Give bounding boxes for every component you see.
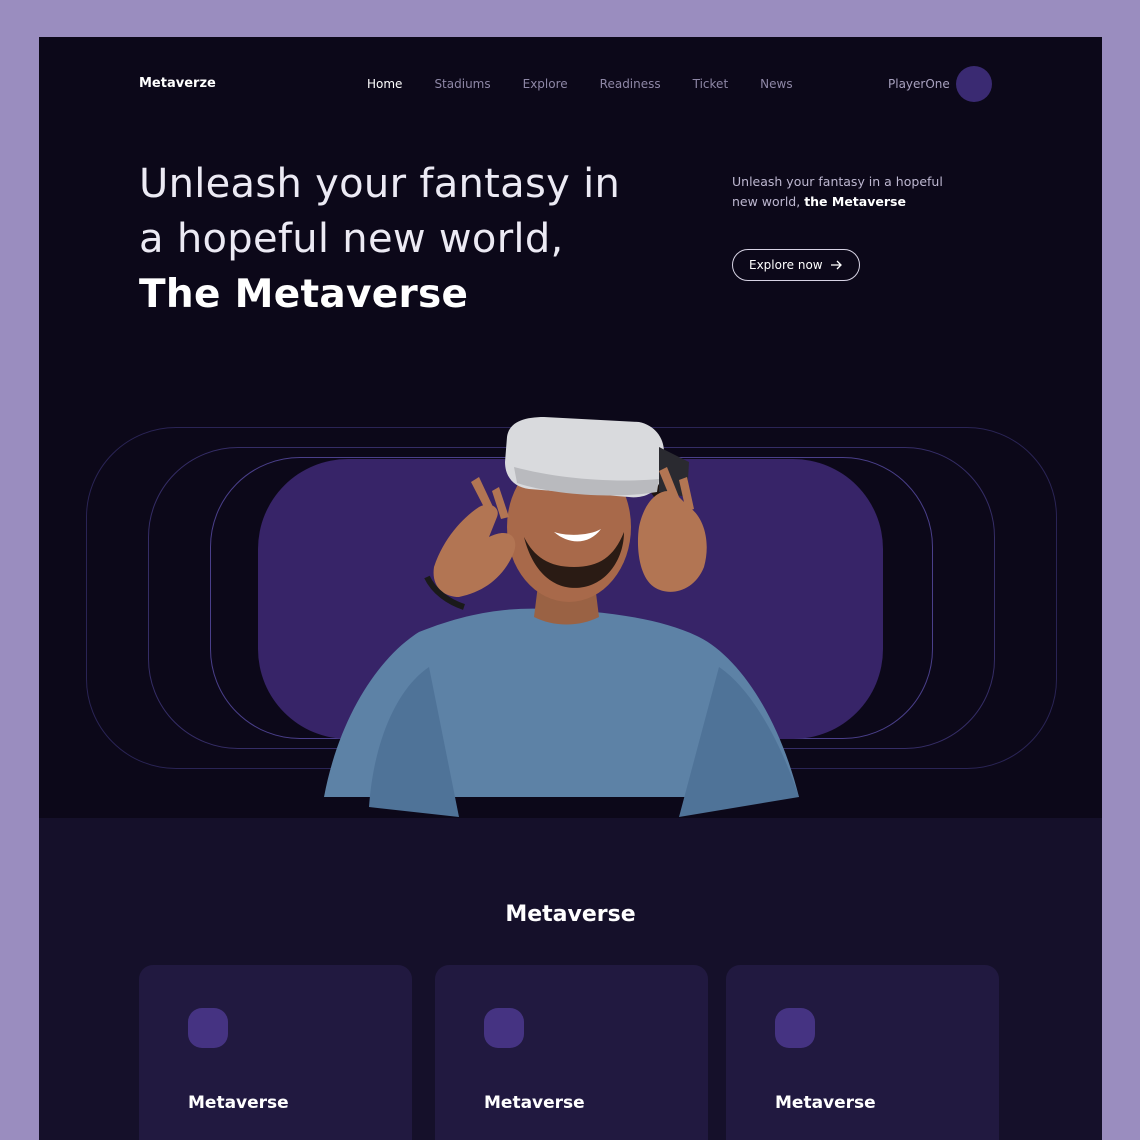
feature-card[interactable]: Metaverse <box>435 965 708 1140</box>
vr-person-illustration <box>324 417 799 817</box>
arrow-right-icon <box>830 260 842 270</box>
nav-menu: Home Stadiums Explore Readiness Ticket N… <box>367 77 825 91</box>
page-frame: Metaverze Home Stadiums Explore Readines… <box>39 37 1102 1140</box>
feature-icon <box>484 1008 524 1048</box>
logo[interactable]: Metaverze <box>139 76 216 91</box>
top-nav: Metaverze Home Stadiums Explore Readines… <box>39 37 1102 132</box>
hero-title-line2: a hopeful new world, <box>139 216 564 262</box>
hero-subtitle-bold: the Metaverse <box>804 194 906 209</box>
explore-now-button[interactable]: Explore now <box>732 249 860 281</box>
nav-item-readiness[interactable]: Readiness <box>600 77 661 91</box>
feature-card[interactable]: Metaverse <box>726 965 999 1140</box>
section-title: Metaverse <box>505 902 636 927</box>
nav-item-news[interactable]: News <box>760 77 792 91</box>
hero-stage <box>39 417 1102 817</box>
feature-icon <box>188 1008 228 1048</box>
explore-now-label: Explore now <box>749 258 823 272</box>
nav-item-stadiums[interactable]: Stadiums <box>434 77 490 91</box>
feature-card-label: Metaverse <box>484 1093 585 1113</box>
hero-subtitle: Unleash your fantasy in a hopeful new wo… <box>732 172 962 212</box>
features-section: Metaverse Metaverse Metaverse Metaverse <box>39 818 1102 1140</box>
hero-title-line3: The Metaverse <box>139 272 469 317</box>
avatar[interactable] <box>956 66 992 102</box>
nav-item-explore[interactable]: Explore <box>523 77 568 91</box>
nav-item-home[interactable]: Home <box>367 77 402 91</box>
nav-item-ticket[interactable]: Ticket <box>693 77 729 91</box>
feature-icon <box>775 1008 815 1048</box>
feature-card-label: Metaverse <box>188 1093 289 1113</box>
user-name[interactable]: PlayerOne <box>888 77 950 91</box>
hero-title: Unleash your fantasy in a hopeful new wo… <box>139 157 620 322</box>
feature-card-label: Metaverse <box>775 1093 876 1113</box>
feature-card[interactable]: Metaverse <box>139 965 412 1140</box>
hero-title-line1: Unleash your fantasy in <box>139 161 621 207</box>
